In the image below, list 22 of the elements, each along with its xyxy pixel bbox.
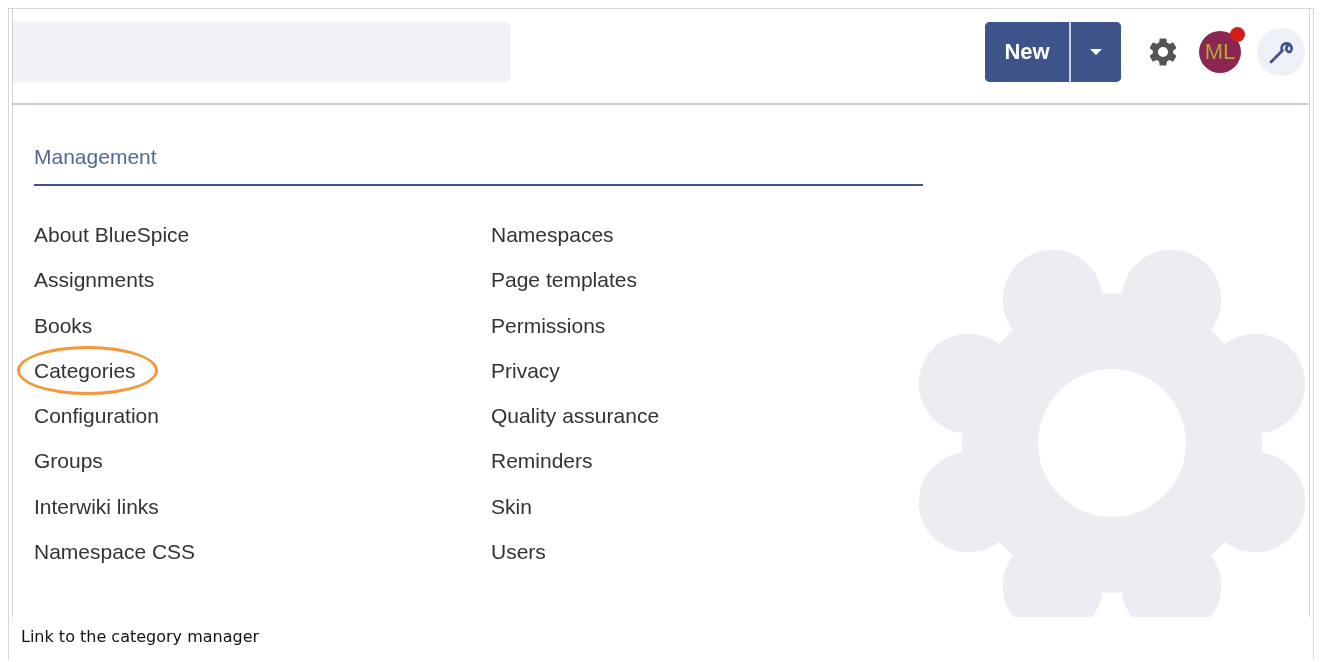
menu-link[interactable]: Permissions bbox=[491, 302, 606, 348]
figure-caption: Link to the category manager bbox=[20, 626, 261, 646]
new-button[interactable]: New bbox=[985, 22, 1071, 82]
menu-link[interactable]: Users bbox=[491, 529, 546, 575]
menu-link[interactable]: Privacy bbox=[491, 347, 560, 394]
menu-link[interactable]: Configuration bbox=[34, 393, 159, 439]
caret-icon bbox=[1089, 48, 1103, 56]
menu-link[interactable]: Interwiki links bbox=[34, 483, 159, 530]
menu-link[interactable]: Groups bbox=[34, 438, 103, 484]
menu-link[interactable]: Skin bbox=[491, 483, 532, 530]
menu-link[interactable]: Books bbox=[34, 302, 93, 348]
menu-link[interactable]: Assignments bbox=[34, 257, 155, 303]
search-field[interactable] bbox=[13, 22, 511, 82]
menu-link[interactable]: Namespaces bbox=[491, 212, 614, 258]
menu-link[interactable]: Categories bbox=[34, 347, 136, 394]
menu-link[interactable]: About BlueSpice bbox=[34, 212, 190, 258]
menu-link[interactable]: Page templates bbox=[491, 257, 637, 303]
menu-link[interactable]: Quality assurance bbox=[491, 393, 660, 439]
menu-link[interactable]: Reminders bbox=[491, 438, 593, 484]
tools-button[interactable] bbox=[1257, 28, 1305, 76]
section-heading: Management bbox=[34, 145, 923, 186]
menu-link[interactable]: Namespace CSS bbox=[34, 529, 196, 575]
